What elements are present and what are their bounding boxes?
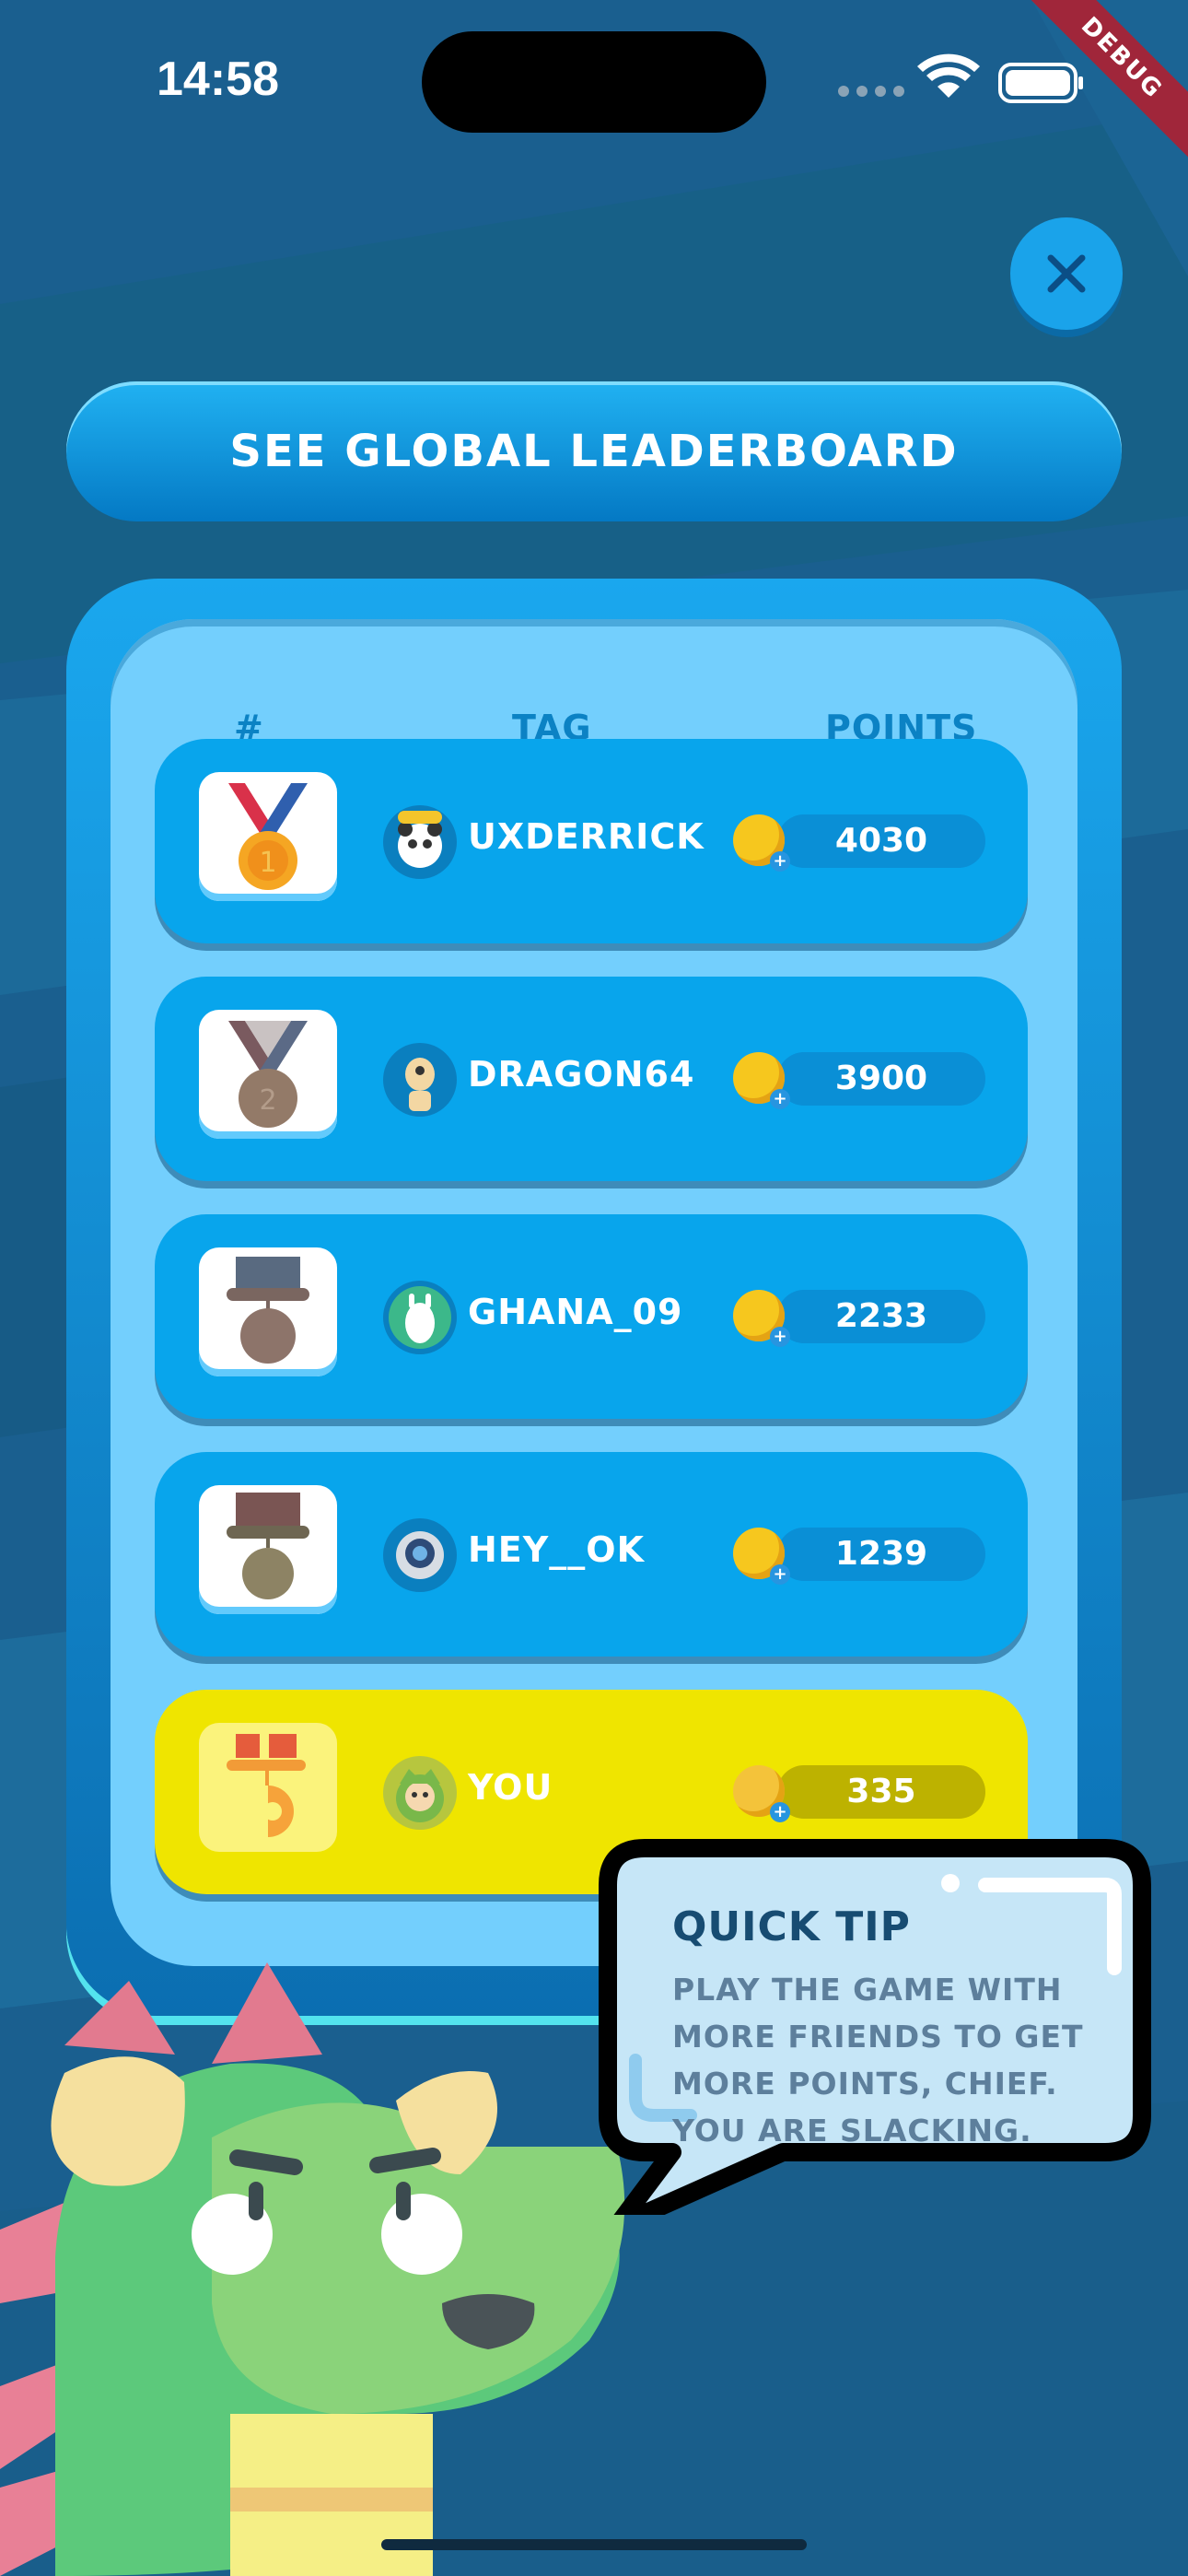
silver-medal-icon: 2	[199, 1010, 337, 1139]
row-tag: GHANA_09	[468, 1292, 683, 1332]
bronze-medal-icon	[199, 1247, 337, 1376]
leaderboard-panel: # TAG POINTS 1 UXDERRICK + 4030 2 DRAGON…	[66, 579, 1122, 2016]
row-tag: UXDERRICK	[468, 816, 705, 857]
dragon-mascot	[0, 1962, 625, 2576]
battery-icon	[998, 63, 1083, 103]
home-indicator[interactable]	[381, 2539, 807, 2550]
medal-icon	[199, 1485, 337, 1614]
leaderboard-row[interactable]: 2 DRAGON64 + 3900	[155, 977, 1028, 1181]
leaderboard-inner: # TAG POINTS 1 UXDERRICK + 4030 2 DRAGON…	[111, 619, 1077, 1966]
row-tag: HEY__OK	[468, 1529, 646, 1570]
see-global-leaderboard-button[interactable]: SEE GLOBAL LEADERBOARD	[66, 381, 1122, 521]
close-icon	[1047, 254, 1086, 293]
signal-icon	[838, 86, 904, 97]
panda-avatar	[383, 805, 457, 879]
astronaut-avatar	[383, 1518, 457, 1592]
status-icons	[838, 53, 1083, 103]
llama-avatar	[383, 1281, 457, 1354]
coin-icon: +	[733, 1290, 790, 1347]
coin-icon: +	[733, 814, 790, 872]
close-button[interactable]	[1010, 217, 1123, 330]
dynamic-island	[422, 31, 766, 133]
wifi-icon	[917, 53, 980, 98]
status-time: 14:58	[157, 53, 279, 106]
row-tag: DRAGON64	[468, 1054, 695, 1095]
kid-avatar	[383, 1756, 457, 1830]
coin-icon: +	[733, 1765, 790, 1822]
row-points: 3900	[777, 1052, 985, 1106]
coin-icon: +	[733, 1052, 790, 1109]
tip-text: PLAY THE GAME WITH MORE FRIENDS TO GET M…	[672, 1972, 1084, 2149]
row-points: 4030	[777, 814, 985, 868]
gold-medal-icon: 1	[199, 772, 337, 901]
medal-icon	[199, 1723, 337, 1852]
leaderboard-row[interactable]: 1 UXDERRICK + 4030	[155, 739, 1028, 943]
row-points: 335	[777, 1765, 985, 1819]
svg-text:2: 2	[259, 1084, 276, 1117]
coin-icon: +	[733, 1528, 790, 1585]
leaderboard-row[interactable]: HEY__OK + 1239	[155, 1452, 1028, 1657]
alien-avatar	[383, 1043, 457, 1117]
row-points: 1239	[777, 1528, 985, 1581]
leaderboard-row[interactable]: GHANA_09 + 2233	[155, 1214, 1028, 1419]
row-points: 2233	[777, 1290, 985, 1343]
tip-title: QUICK TIP	[672, 1903, 911, 1950]
see-global-leaderboard-label: SEE GLOBAL LEADERBOARD	[229, 426, 959, 477]
svg-text:1: 1	[259, 847, 276, 879]
row-tag: YOU	[468, 1767, 553, 1808]
